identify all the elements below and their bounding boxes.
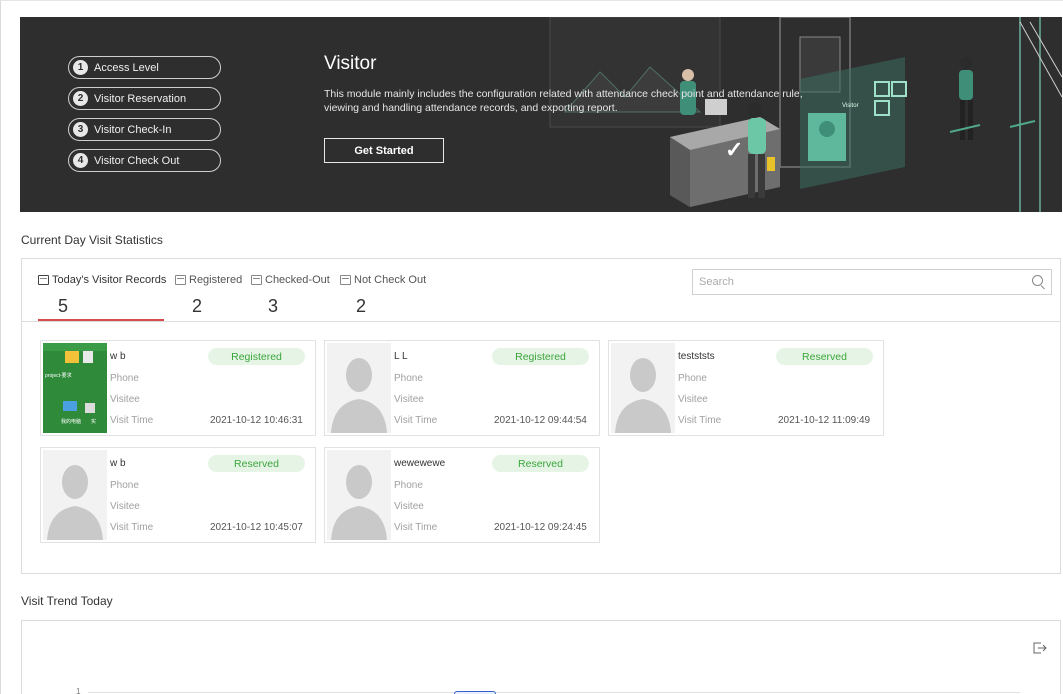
photo-label: 实: [91, 418, 96, 425]
visitor-card[interactable]: testststs Reserved Phone Visitee Visit T…: [608, 340, 884, 436]
visit-time-label: Visit Time: [678, 415, 722, 426]
status-badge: Reserved: [492, 455, 589, 472]
get-started-button[interactable]: Get Started: [324, 138, 444, 163]
step-number: 3: [73, 122, 88, 137]
step-label: Visitor Reservation: [94, 92, 187, 105]
search-box[interactable]: [692, 269, 1052, 295]
tab-count: 5: [58, 296, 69, 316]
visitor-card[interactable]: project-要求 我的电脑 实 w b Registered Phone V…: [40, 340, 316, 436]
tab-checked-out[interactable]: Checked-Out: [251, 274, 330, 286]
step-access-level[interactable]: 1 Access Level: [68, 56, 221, 79]
step-number: 1: [73, 60, 88, 75]
status-badge: Registered: [208, 348, 305, 365]
status-badge: Reserved: [208, 455, 305, 472]
avatar-placeholder: [611, 343, 675, 433]
setup-steps: 1 Access Level 2 Visitor Reservation 3 V…: [68, 56, 221, 180]
visitor-name: w b: [110, 458, 126, 469]
step-visitor-reservation[interactable]: 2 Visitor Reservation: [68, 87, 221, 110]
visitor-name: L L: [394, 351, 408, 362]
calendar-icon: [340, 275, 351, 285]
tab-registered[interactable]: Registered: [175, 274, 242, 286]
phone-label: Phone: [678, 373, 707, 384]
visitee-label: Visitee: [110, 501, 140, 512]
phone-label: Phone: [394, 373, 423, 384]
tab-count: 2: [356, 296, 367, 316]
illustration-screen-label: Visitor: [842, 103, 859, 109]
tab-count: 2: [192, 296, 203, 316]
visitor-card[interactable]: wewewewe Reserved Phone Visitee Visit Ti…: [324, 447, 600, 543]
trend-panel: 1: [21, 620, 1061, 694]
step-label: Visitor Check Out: [94, 154, 180, 167]
banner-description: This module mainly includes the configur…: [324, 88, 803, 114]
visit-time-label: Visit Time: [394, 522, 438, 533]
visit-time-label: Visit Time: [110, 522, 154, 533]
tab-count: 3: [268, 296, 279, 316]
step-number: 4: [73, 153, 88, 168]
search-icon[interactable]: [1027, 271, 1049, 293]
statistics-section-title: Current Day Visit Statistics: [21, 233, 163, 247]
tab-label: Not Check Out: [354, 274, 427, 286]
visitor-name: w b: [110, 351, 126, 362]
status-badge: Reserved: [776, 348, 873, 365]
avatar-placeholder: [327, 343, 391, 433]
y-axis-tick: 1: [76, 687, 81, 694]
visitor-photo: project-要求 我的电脑 实: [43, 343, 107, 433]
visit-time-value: 2021-10-12 09:24:45: [494, 522, 587, 533]
phone-label: Phone: [110, 480, 139, 491]
visitee-label: Visitee: [110, 394, 140, 405]
avatar-placeholder: [327, 450, 391, 540]
visitor-card[interactable]: w b Reserved Phone Visitee Visit Time 20…: [40, 447, 316, 543]
tab-label: Today's Visitor Records: [52, 274, 167, 286]
active-tab-indicator: [38, 319, 164, 321]
calendar-icon: [175, 275, 186, 285]
step-label: Access Level: [94, 61, 159, 74]
visitor-card[interactable]: L L Registered Phone Visitee Visit Time …: [324, 340, 600, 436]
step-label: Visitor Check-In: [94, 123, 172, 136]
status-badge: Registered: [492, 348, 589, 365]
banner-title: Visitor: [324, 53, 377, 74]
avatar-placeholder: [43, 450, 107, 540]
step-number: 2: [73, 91, 88, 106]
y-gridline: [88, 692, 1020, 693]
calendar-icon: [38, 275, 49, 285]
phone-label: Phone: [110, 373, 139, 384]
calendar-icon: [251, 275, 262, 285]
visit-time-label: Visit Time: [394, 415, 438, 426]
visit-time-value: 2021-10-12 10:45:07: [210, 522, 303, 533]
visitee-label: Visitee: [394, 394, 424, 405]
visitor-overview-page: Visitor ✓ 1 Access Level 2 Visitor Reser…: [0, 0, 1063, 694]
tab-label: Checked-Out: [265, 274, 330, 286]
phone-label: Phone: [394, 480, 423, 491]
statistics-tabs: Today's Visitor Records 5 Registered 2 C…: [22, 259, 1060, 322]
step-visitor-check-in[interactable]: 3 Visitor Check-In: [68, 118, 221, 141]
export-icon[interactable]: [1033, 642, 1047, 654]
visitor-name: testststs: [678, 351, 715, 362]
illustration-check-mark: ✓: [725, 137, 743, 162]
trend-section-title: Visit Trend Today: [21, 594, 113, 608]
photo-label: project-要求: [45, 372, 72, 379]
visit-time-value: 2021-10-12 10:46:31: [210, 415, 303, 426]
search-input[interactable]: [699, 276, 1027, 288]
statistics-panel: Today's Visitor Records 5 Registered 2 C…: [21, 258, 1061, 574]
visitor-banner: Visitor ✓ 1 Access Level 2 Visitor Reser…: [20, 17, 1062, 212]
visitee-label: Visitee: [394, 501, 424, 512]
tab-not-check-out[interactable]: Not Check Out: [340, 274, 426, 286]
step-visitor-check-out[interactable]: 4 Visitor Check Out: [68, 149, 221, 172]
visit-time-value: 2021-10-12 11:09:49: [778, 415, 871, 426]
visit-time-value: 2021-10-12 09:44:54: [494, 415, 587, 426]
visitee-label: Visitee: [678, 394, 708, 405]
photo-label: 我的电脑: [61, 418, 81, 425]
visit-time-label: Visit Time: [110, 415, 154, 426]
visitor-name: wewewewe: [394, 458, 446, 469]
tab-todays-visitor-records[interactable]: Today's Visitor Records: [38, 274, 166, 286]
tab-label: Registered: [189, 274, 243, 286]
